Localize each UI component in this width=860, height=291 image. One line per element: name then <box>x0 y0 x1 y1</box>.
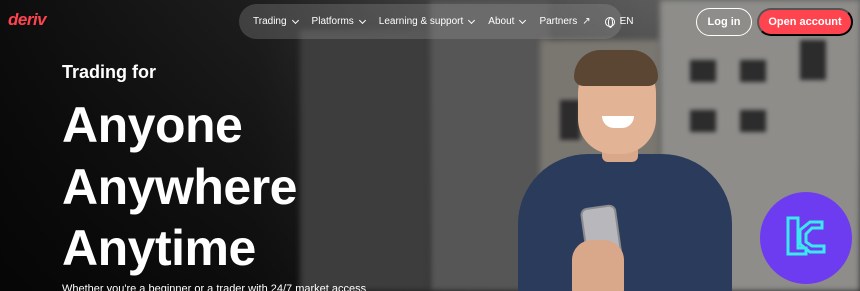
nav-item-learning-support[interactable]: Learning & support <box>379 16 476 27</box>
external-arrow-icon: ↗ <box>582 16 591 27</box>
tc-logo-glyph <box>786 216 826 256</box>
chevron-down-icon <box>358 16 366 24</box>
background-building <box>300 30 430 291</box>
background-window <box>800 40 826 80</box>
open-account-button[interactable]: Open account <box>757 8 853 36</box>
globe-icon <box>604 16 615 28</box>
hero-eyebrow: Trading for <box>62 62 156 82</box>
hero-headline-line1: Anyone <box>62 97 243 153</box>
chevron-down-icon <box>519 16 527 24</box>
chevron-down-icon <box>291 16 299 24</box>
nav-item-trading[interactable]: Trading <box>253 16 299 27</box>
hero-headline-line2: Anywhere <box>62 159 297 215</box>
nav-item-partners[interactable]: Partners ↗ <box>539 16 590 27</box>
main-navigation: Trading Platforms Learning & support Abo… <box>239 4 634 39</box>
chevron-down-icon <box>468 16 476 24</box>
login-button[interactable]: Log in <box>696 8 752 36</box>
tc-logo-icon <box>760 192 852 284</box>
language-selector[interactable]: EN <box>604 16 634 28</box>
hero-subtext: Whether you're a beginner or a trader wi… <box>62 283 367 291</box>
hero-person-image <box>510 50 750 291</box>
deriv-logo[interactable]: deriv <box>8 10 47 30</box>
nav-item-about[interactable]: About <box>488 16 527 27</box>
nav-item-platforms[interactable]: Platforms <box>312 16 366 27</box>
hero-headline-line3: Anytime <box>62 220 256 276</box>
